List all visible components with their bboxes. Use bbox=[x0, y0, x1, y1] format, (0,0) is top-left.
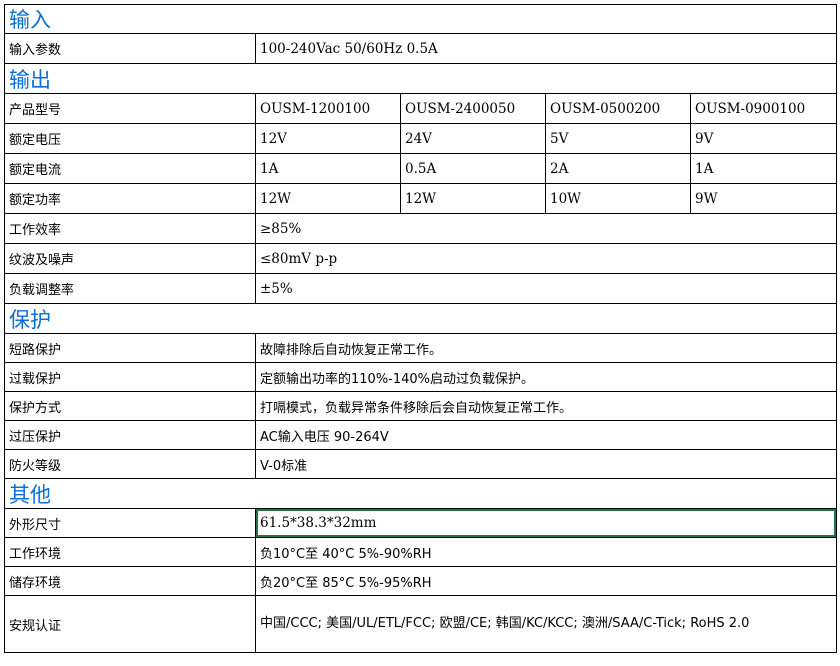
row-rated-voltage: 额定电压 12V 24V 5V 9V bbox=[4, 124, 837, 154]
load-regulation-label[interactable]: 负载调整率 bbox=[5, 274, 256, 303]
row-operating-env: 工作环境 负10°C至 40°C 5%-90%RH bbox=[4, 538, 837, 567]
rated-voltage-cell[interactable]: 5V bbox=[546, 124, 691, 153]
rated-power-cell[interactable]: 12W bbox=[401, 184, 546, 213]
rated-power-cell[interactable]: 9W bbox=[691, 184, 834, 213]
row-fire-rating: 防火等级 V-0标准 bbox=[4, 450, 837, 479]
rated-power-cell[interactable]: 12W bbox=[256, 184, 401, 213]
efficiency-label[interactable]: 工作效率 bbox=[5, 214, 256, 243]
row-short-circuit: 短路保护 故障排除后自动恢复正常工作。 bbox=[4, 334, 837, 363]
section-other-header[interactable]: 其他 bbox=[4, 479, 837, 509]
rated-current-cell[interactable]: 0.5A bbox=[401, 154, 546, 183]
row-model: 产品型号 OUSM-1200100 OUSM-2400050 OUSM-0500… bbox=[4, 94, 837, 124]
load-regulation-value[interactable]: ±5% bbox=[256, 274, 836, 303]
section-protection-title: 保护 bbox=[9, 307, 51, 332]
model-cell[interactable]: OUSM-0900100 bbox=[691, 94, 834, 123]
rated-power-cell[interactable]: 10W bbox=[546, 184, 691, 213]
fire-rating-label[interactable]: 防火等级 bbox=[5, 450, 256, 478]
section-other-title: 其他 bbox=[9, 482, 51, 507]
model-cell[interactable]: OUSM-1200100 bbox=[256, 94, 401, 123]
overload-label[interactable]: 过载保护 bbox=[5, 363, 256, 391]
rated-current-cell[interactable]: 1A bbox=[256, 154, 401, 183]
row-rated-current: 额定电流 1A 0.5A 2A 1A bbox=[4, 154, 837, 184]
rated-voltage-cell[interactable]: 24V bbox=[401, 124, 546, 153]
row-storage-env: 储存环境 负20°C至 85°C 5%-95%RH bbox=[4, 567, 837, 596]
rated-power-label[interactable]: 额定功率 bbox=[5, 184, 256, 213]
input-params-label[interactable]: 输入参数 bbox=[5, 34, 256, 63]
protection-mode-value[interactable]: 打嗝模式，负载异常条件移除后会自动恢复正常工作。 bbox=[256, 392, 836, 420]
certification-label[interactable]: 安规认证 bbox=[5, 596, 256, 652]
ripple-noise-label[interactable]: 纹波及噪声 bbox=[5, 244, 256, 273]
dimensions-label[interactable]: 外形尺寸 bbox=[5, 509, 256, 537]
input-params-value[interactable]: 100-240Vac 50/60Hz 0.5A bbox=[256, 34, 836, 63]
short-circuit-value[interactable]: 故障排除后自动恢复正常工作。 bbox=[256, 334, 836, 362]
row-dimensions: 外形尺寸 61.5*38.3*32mm bbox=[4, 509, 837, 538]
rated-voltage-label[interactable]: 额定电压 bbox=[5, 124, 256, 153]
row-protection-mode: 保护方式 打嗝模式，负载异常条件移除后会自动恢复正常工作。 bbox=[4, 392, 837, 421]
rated-voltage-cell[interactable]: 9V bbox=[691, 124, 834, 153]
row-certification: 安规认证 中国/CCC; 美国/UL/ETL/FCC; 欧盟/CE; 韩国/KC… bbox=[4, 596, 837, 653]
section-protection-header[interactable]: 保护 bbox=[4, 304, 837, 334]
short-circuit-label[interactable]: 短路保护 bbox=[5, 334, 256, 362]
model-label[interactable]: 产品型号 bbox=[5, 94, 256, 123]
ripple-noise-value[interactable]: ≤80mV p-p bbox=[256, 244, 836, 273]
model-cell[interactable]: OUSM-2400050 bbox=[401, 94, 546, 123]
row-efficiency: 工作效率 ≥85% bbox=[4, 214, 837, 244]
overvoltage-value[interactable]: AC输入电压 90-264V bbox=[256, 421, 836, 449]
overload-value[interactable]: 定额输出功率的110%-140%启动过负载保护。 bbox=[256, 363, 836, 391]
storage-env-value[interactable]: 负20°C至 85°C 5%-95%RH bbox=[256, 567, 836, 595]
fire-rating-value[interactable]: V-0标准 bbox=[256, 450, 836, 478]
rated-current-cell[interactable]: 1A bbox=[691, 154, 834, 183]
row-ripple-noise: 纹波及噪声 ≤80mV p-p bbox=[4, 244, 837, 274]
section-output-header[interactable]: 输出 bbox=[4, 64, 837, 94]
protection-mode-label[interactable]: 保护方式 bbox=[5, 392, 256, 420]
storage-env-label[interactable]: 储存环境 bbox=[5, 567, 256, 595]
model-cell[interactable]: OUSM-0500200 bbox=[546, 94, 691, 123]
row-overvoltage: 过压保护 AC输入电压 90-264V bbox=[4, 421, 837, 450]
efficiency-value[interactable]: ≥85% bbox=[256, 214, 836, 243]
row-overload: 过载保护 定额输出功率的110%-140%启动过负载保护。 bbox=[4, 363, 837, 392]
rated-voltage-cell[interactable]: 12V bbox=[256, 124, 401, 153]
operating-env-value[interactable]: 负10°C至 40°C 5%-90%RH bbox=[256, 538, 836, 566]
section-input-header[interactable]: 输入 bbox=[4, 4, 837, 34]
section-output-title: 输出 bbox=[9, 67, 51, 92]
rated-current-label[interactable]: 额定电流 bbox=[5, 154, 256, 183]
row-input-params: 输入参数 100-240Vac 50/60Hz 0.5A bbox=[4, 34, 837, 64]
dimensions-value[interactable]: 61.5*38.3*32mm bbox=[256, 509, 836, 537]
operating-env-label[interactable]: 工作环境 bbox=[5, 538, 256, 566]
rated-current-cell[interactable]: 2A bbox=[546, 154, 691, 183]
row-rated-power: 额定功率 12W 12W 10W 9W bbox=[4, 184, 837, 214]
row-load-regulation: 负载调整率 ±5% bbox=[4, 274, 837, 304]
certification-value[interactable]: 中国/CCC; 美国/UL/ETL/FCC; 欧盟/CE; 韩国/KC/KCC;… bbox=[256, 596, 836, 652]
spec-table: 输入 输入参数 100-240Vac 50/60Hz 0.5A 输出 产品型号 … bbox=[4, 4, 837, 653]
section-input-title: 输入 bbox=[9, 8, 51, 32]
overvoltage-label[interactable]: 过压保护 bbox=[5, 421, 256, 449]
